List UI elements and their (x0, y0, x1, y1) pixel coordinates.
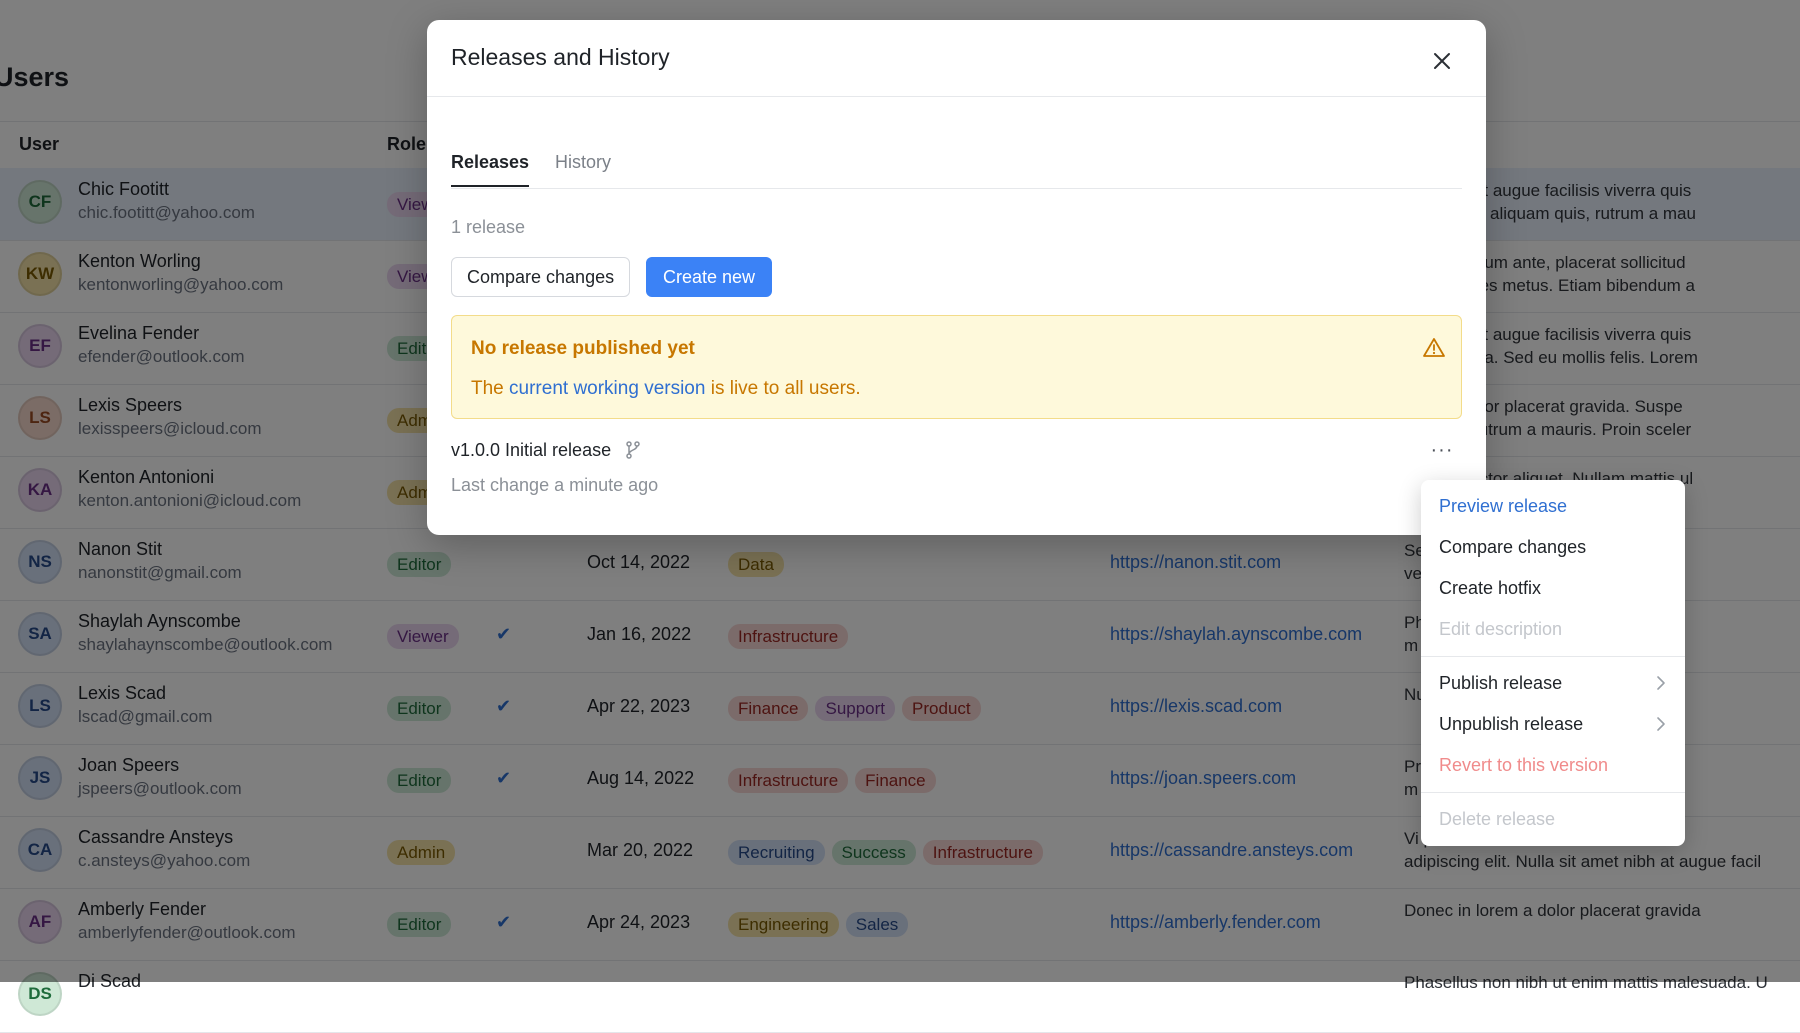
modal-header: Releases and History (427, 20, 1486, 97)
branch-icon (626, 441, 640, 459)
menu-item-label: Edit description (1439, 618, 1563, 639)
preview-release-menu-item[interactable]: Preview release (1421, 486, 1685, 526)
chevron-right-icon (1657, 717, 1665, 731)
create-hotfix-menu-item[interactable]: Create hotfix (1421, 568, 1685, 608)
warning-icon (1423, 338, 1445, 357)
alert-title: No release published yet (471, 338, 695, 359)
menu-item-label: Preview release (1439, 495, 1568, 516)
chevron-right-icon (1657, 676, 1665, 690)
release-more-button[interactable]: ··· (1427, 440, 1457, 465)
unpublish-release-menu-item[interactable]: Unpublish release (1421, 704, 1685, 744)
no-release-alert: No release published yet The current wor… (451, 315, 1462, 419)
menu-item-label: Compare changes (1439, 536, 1587, 557)
alert-body-prefix: The (471, 378, 510, 399)
close-icon (1434, 53, 1450, 69)
tab-releases[interactable]: Releases (451, 152, 530, 187)
alert-body: The current working version is live to a… (471, 378, 861, 400)
publish-release-menu-item[interactable]: Publish release (1421, 663, 1685, 703)
release-count: 1 release (451, 217, 526, 237)
alert-body-suffix: is live to all users. (705, 378, 861, 399)
modal-title: Releases and History (451, 44, 670, 70)
menu-item-label: Delete release (1439, 808, 1556, 829)
delete-release-menu-item: Delete release (1421, 799, 1685, 839)
menu-item-label: Publish release (1439, 672, 1563, 693)
release-actions-menu: Preview release Compare changes Create hot… (1421, 480, 1685, 846)
compare-changes-button[interactable]: Compare changes (451, 257, 631, 297)
current-working-version-link[interactable]: current working version (509, 378, 705, 399)
releases-modal: Releases and History Releases History 1 … (427, 20, 1486, 535)
create-new-button[interactable]: Create new (646, 257, 773, 297)
modal-tabs: Releases History (451, 132, 1462, 189)
tab-history[interactable]: History (555, 152, 611, 185)
compare-changes-menu-item[interactable]: Compare changes (1421, 527, 1685, 567)
release-name: v1.0.0 Initial release (451, 440, 612, 460)
release-last-change: Last change a minute ago (451, 475, 659, 495)
menu-item-label: Unpublish release (1439, 713, 1584, 734)
menu-divider (1421, 792, 1685, 793)
menu-item-label: Revert to this version (1439, 754, 1609, 775)
edit-description-menu-item: Edit description (1421, 609, 1685, 649)
revert-to-this-version-menu-item[interactable]: Revert to this version (1421, 745, 1685, 785)
close-button[interactable] (1427, 46, 1457, 76)
menu-divider (1421, 656, 1685, 657)
menu-item-label: Create hotfix (1439, 577, 1542, 598)
